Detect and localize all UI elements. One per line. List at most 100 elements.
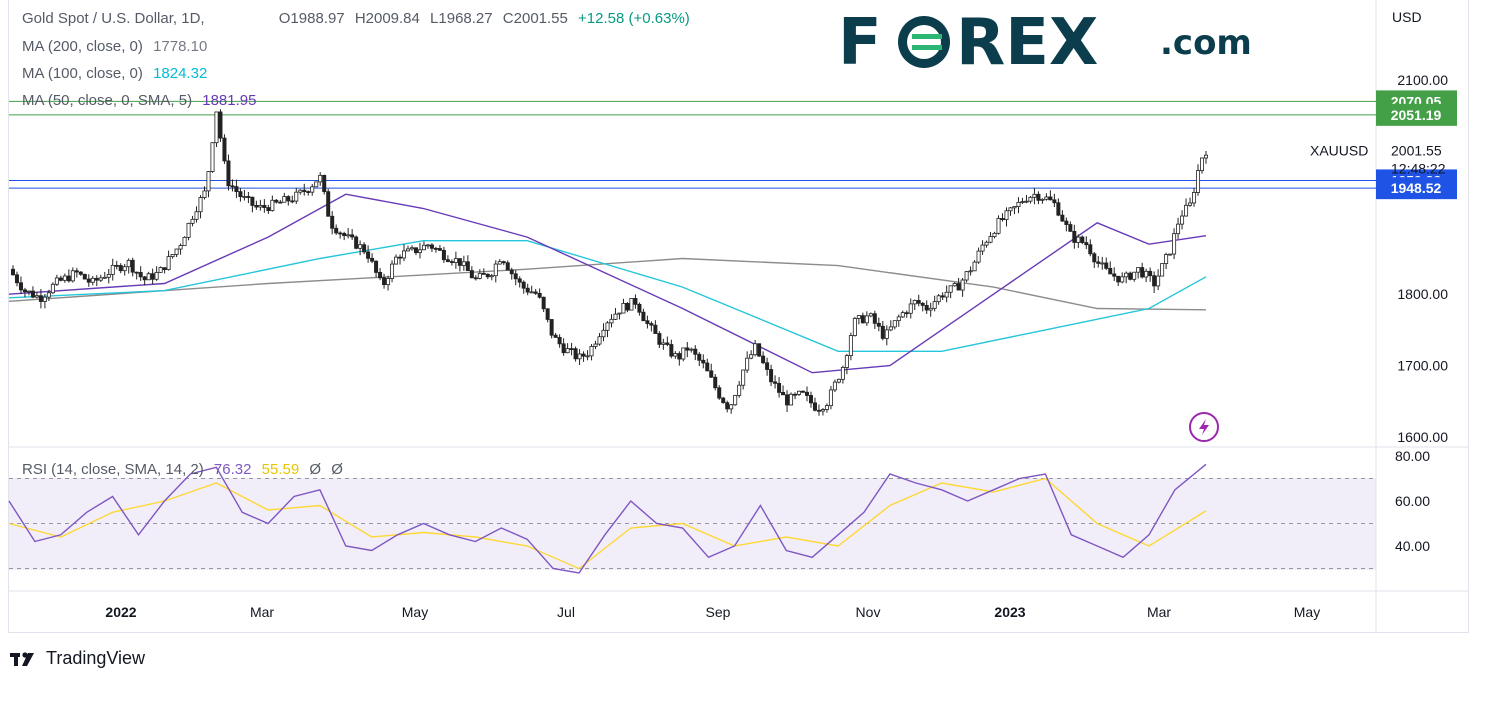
candle-body xyxy=(290,200,295,203)
candle-body xyxy=(122,266,127,272)
candle-body xyxy=(737,384,742,396)
ohlc-high: H2009.84 xyxy=(354,10,420,27)
candle-body xyxy=(1008,207,1013,212)
candle-body xyxy=(701,359,706,364)
candle-body xyxy=(182,236,187,247)
candle-body xyxy=(413,247,418,254)
candle-body xyxy=(916,300,921,304)
ma50-legend[interactable]: MA (50, close, 0, SMA, 5) 1881.95 xyxy=(22,92,256,109)
candle-body xyxy=(1000,218,1005,220)
candle-body xyxy=(844,355,849,368)
candle-body xyxy=(725,402,730,410)
candle-body xyxy=(880,325,885,339)
candle-body xyxy=(1016,201,1021,207)
candle-body xyxy=(402,250,407,259)
candle-body xyxy=(920,302,925,306)
candle-body xyxy=(553,334,558,338)
candle-body xyxy=(1188,202,1193,206)
candle-body xyxy=(26,290,31,293)
candle-body xyxy=(1064,220,1069,225)
price-tag-symbol: XAUUSD xyxy=(1310,142,1368,158)
candle-body xyxy=(1104,262,1109,269)
candle-body xyxy=(673,353,678,357)
candle-body xyxy=(250,196,255,206)
candle-body xyxy=(753,343,758,356)
candle-body xyxy=(1080,236,1085,243)
rsi-legend[interactable]: RSI (14, close, SMA, 14, 2) 76.32 55.59 … xyxy=(22,461,343,478)
candle-body xyxy=(94,277,99,281)
candle-body xyxy=(984,241,989,246)
rsi-tick-label: 40.00 xyxy=(1395,538,1430,554)
candle-body xyxy=(326,191,331,217)
candle-body xyxy=(613,313,618,320)
level-tag-label: 1948.52 xyxy=(1391,180,1442,196)
currency-label: USD xyxy=(1392,9,1422,25)
candle-body xyxy=(405,248,410,252)
candle-body xyxy=(54,277,59,285)
candle-body xyxy=(262,205,267,208)
candle-body xyxy=(386,278,391,286)
candle-body xyxy=(493,263,498,277)
candle-body xyxy=(354,236,359,249)
candle-body xyxy=(445,259,450,262)
candle-body xyxy=(729,404,734,410)
candle-body xyxy=(58,277,63,281)
flash-icon[interactable] xyxy=(1189,412,1219,442)
candle-body xyxy=(952,283,957,287)
candle-body xyxy=(278,201,283,204)
candle-body xyxy=(521,281,526,289)
candle-body xyxy=(661,342,666,345)
candle-body xyxy=(637,303,642,313)
rsi-value: 76.32 xyxy=(213,461,252,478)
ma200-value: 1778.10 xyxy=(153,38,208,55)
candle-body xyxy=(254,205,259,208)
candle-body xyxy=(358,244,363,249)
candle-body xyxy=(222,137,227,162)
x-tick-label: Mar xyxy=(250,604,274,620)
candle-body xyxy=(334,227,339,234)
tradingview-footer[interactable]: TradingView xyxy=(10,648,145,669)
candle-body xyxy=(102,276,107,279)
candle-body xyxy=(425,244,430,247)
ma200-legend[interactable]: MA (200, close, 0) 1778.10 xyxy=(22,38,207,55)
ma100-value: 1824.32 xyxy=(153,65,208,82)
candle-body xyxy=(1108,267,1113,275)
candle-body xyxy=(118,265,123,272)
candle-body xyxy=(42,296,47,302)
candle-body xyxy=(298,189,303,193)
candle-body xyxy=(980,244,985,252)
candle-body xyxy=(485,273,490,278)
candle-body xyxy=(665,342,670,345)
candle-body xyxy=(944,291,949,298)
candle-body xyxy=(968,270,973,273)
candle-body xyxy=(282,196,287,203)
candle-body xyxy=(1020,201,1025,203)
candle-body xyxy=(505,262,510,271)
candle-body xyxy=(589,346,594,357)
candle-body xyxy=(808,395,813,404)
candle-body xyxy=(900,312,905,318)
candle-body xyxy=(860,315,865,324)
candle-body xyxy=(382,277,387,286)
candle-body xyxy=(581,353,586,357)
candle-body xyxy=(1024,200,1029,203)
candle-body xyxy=(258,205,263,208)
candle-body xyxy=(1060,214,1065,222)
logo-text-right: REX xyxy=(956,6,1098,70)
candle-body xyxy=(904,312,909,315)
candle-body xyxy=(70,270,75,282)
candle-body xyxy=(437,248,442,251)
candle-body xyxy=(481,272,486,275)
candle-body xyxy=(162,267,167,271)
tradingview-logo-icon xyxy=(10,651,34,666)
candle-body xyxy=(1168,253,1173,256)
candle-body xyxy=(242,196,247,198)
ma100-legend[interactable]: MA (100, close, 0) 1824.32 xyxy=(22,65,207,82)
candle-body xyxy=(541,296,546,310)
candle-body xyxy=(417,249,422,254)
candle-body xyxy=(1200,157,1205,171)
candle-body xyxy=(848,335,853,356)
candle-body xyxy=(1192,192,1197,204)
candle-body xyxy=(310,186,315,193)
candle-body xyxy=(569,348,574,350)
